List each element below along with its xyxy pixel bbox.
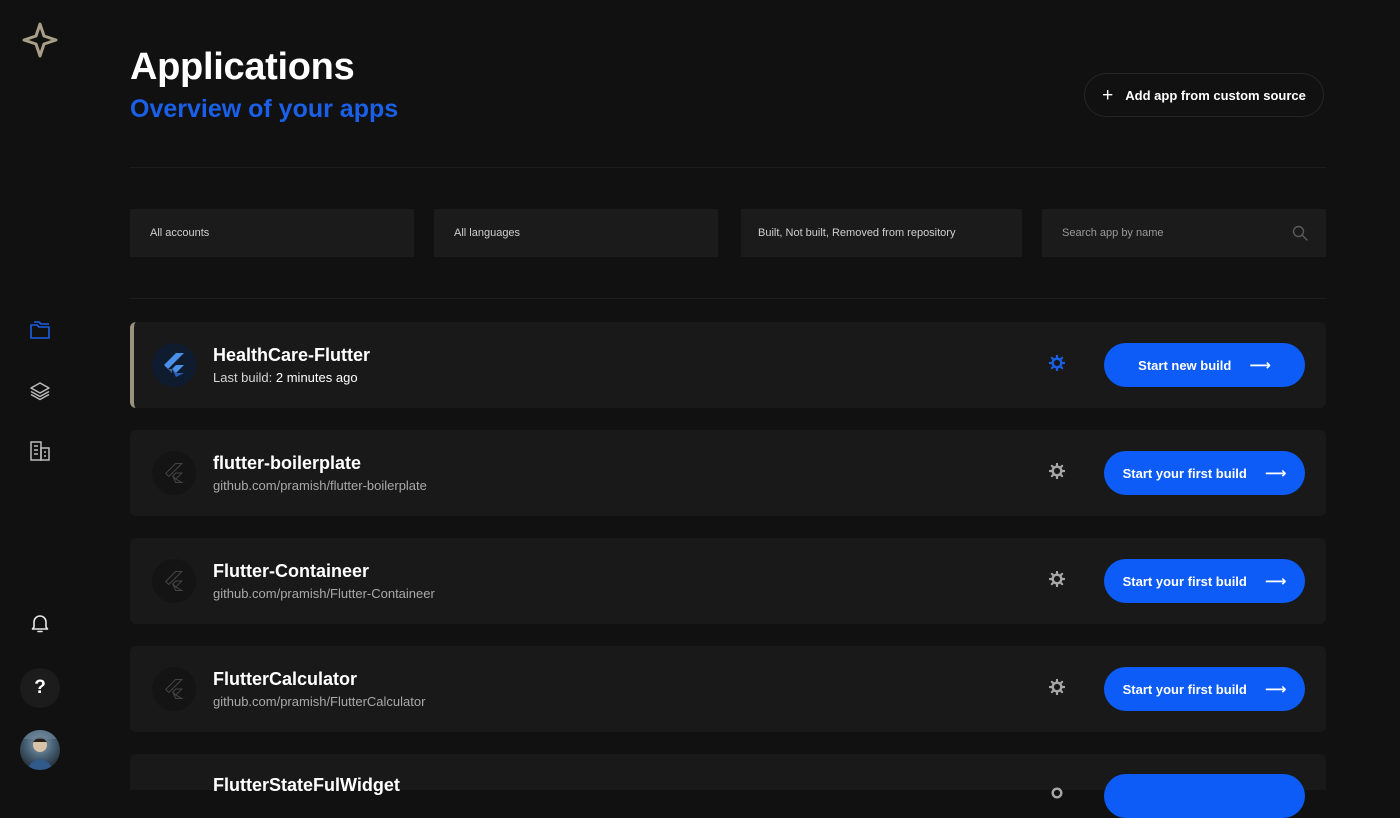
start-first-build-button[interactable]: Start your first build ⟶ — [1104, 559, 1305, 603]
search-box — [1042, 209, 1326, 257]
start-build-label: Start new build — [1138, 357, 1232, 373]
languages-filter-label: All languages — [454, 227, 521, 239]
flutter-logo-icon — [152, 667, 196, 711]
divider — [130, 167, 1326, 168]
divider — [130, 298, 1326, 299]
page-title: Applications — [130, 46, 355, 88]
bell-icon[interactable] — [28, 611, 52, 635]
add-app-label: Add app from custom source — [1125, 87, 1306, 103]
start-first-build-button[interactable]: Start your first build ⟶ — [1104, 451, 1305, 495]
accounts-filter-label: All accounts — [150, 227, 210, 239]
last-build-value: 2 minutes ago — [275, 370, 358, 385]
start-build-label: Start your first build — [1122, 465, 1247, 481]
gear-icon[interactable] — [1049, 571, 1065, 587]
build-status-filter[interactable]: Built, Not built, Removed from repositor… — [741, 209, 1022, 257]
search-icon[interactable] — [1292, 225, 1308, 241]
layers-icon[interactable] — [28, 379, 52, 403]
buildings-icon[interactable] — [28, 439, 52, 463]
accounts-filter[interactable]: All accounts — [130, 209, 414, 257]
start-build-button[interactable]: Start new build ⟶ — [1104, 343, 1305, 387]
gear-icon[interactable] — [1049, 679, 1065, 695]
avatar-image — [20, 730, 60, 770]
gear-icon[interactable] — [1049, 463, 1065, 479]
app-card[interactable]: HealthCare-Flutter Last build: 2 minutes… — [130, 322, 1326, 408]
gear-icon[interactable] — [1049, 785, 1065, 801]
folders-icon[interactable] — [28, 319, 52, 343]
arrow-right-icon: ⟶ — [1264, 573, 1287, 590]
add-app-button[interactable]: + Add app from custom source — [1084, 73, 1324, 117]
app-last-build: Last build: 2 minutes ago — [213, 370, 358, 385]
app-name[interactable]: HealthCare-Flutter — [213, 345, 370, 366]
flutter-logo-icon — [152, 559, 196, 603]
app-name[interactable]: Flutter-Containeer — [213, 561, 369, 582]
build-status-filter-label: Built, Not built, Removed from repositor… — [758, 227, 956, 239]
app-name[interactable]: FlutterStateFulWidget — [213, 775, 400, 796]
app-card[interactable]: FlutterCalculator github.com/pramish/Flu… — [130, 646, 1326, 732]
plus-icon: + — [1102, 84, 1114, 106]
last-build-label: Last build: — [213, 370, 273, 385]
arrow-right-icon: ⟶ — [1264, 681, 1287, 698]
page-subtitle: Overview of your apps — [130, 95, 399, 123]
arrow-right-icon: ⟶ — [1249, 357, 1271, 374]
help-button[interactable]: ? — [20, 668, 60, 708]
avatar[interactable] — [20, 730, 60, 770]
app-repo-url: github.com/pramish/FlutterCalculator — [213, 694, 426, 709]
app-repo-url: github.com/pramish/flutter-boilerplate — [213, 478, 427, 493]
app-card[interactable]: flutter-boilerplate github.com/pramish/f… — [130, 430, 1326, 516]
flutter-logo-icon — [152, 343, 196, 387]
search-input[interactable] — [1042, 209, 1282, 257]
app-name[interactable]: flutter-boilerplate — [213, 453, 361, 474]
app-name[interactable]: FlutterCalculator — [213, 669, 357, 690]
flutter-logo-icon — [152, 451, 196, 495]
start-build-label: Start your first build — [1122, 573, 1247, 589]
start-first-build-button[interactable] — [1104, 774, 1305, 818]
languages-filter[interactable]: All languages — [434, 209, 718, 257]
start-first-build-button[interactable]: Start your first build ⟶ — [1104, 667, 1305, 711]
start-build-label: Start your first build — [1122, 681, 1247, 697]
app-card[interactable]: FlutterStateFulWidget — [130, 754, 1326, 818]
arrow-right-icon: ⟶ — [1264, 465, 1287, 482]
sidebar: ? — [0, 0, 80, 790]
gear-icon[interactable] — [1049, 355, 1065, 371]
logo-icon[interactable] — [22, 22, 58, 58]
app-card[interactable]: Flutter-Containeer github.com/pramish/Fl… — [130, 538, 1326, 624]
app-repo-url: github.com/pramish/Flutter-Containeer — [213, 586, 435, 601]
